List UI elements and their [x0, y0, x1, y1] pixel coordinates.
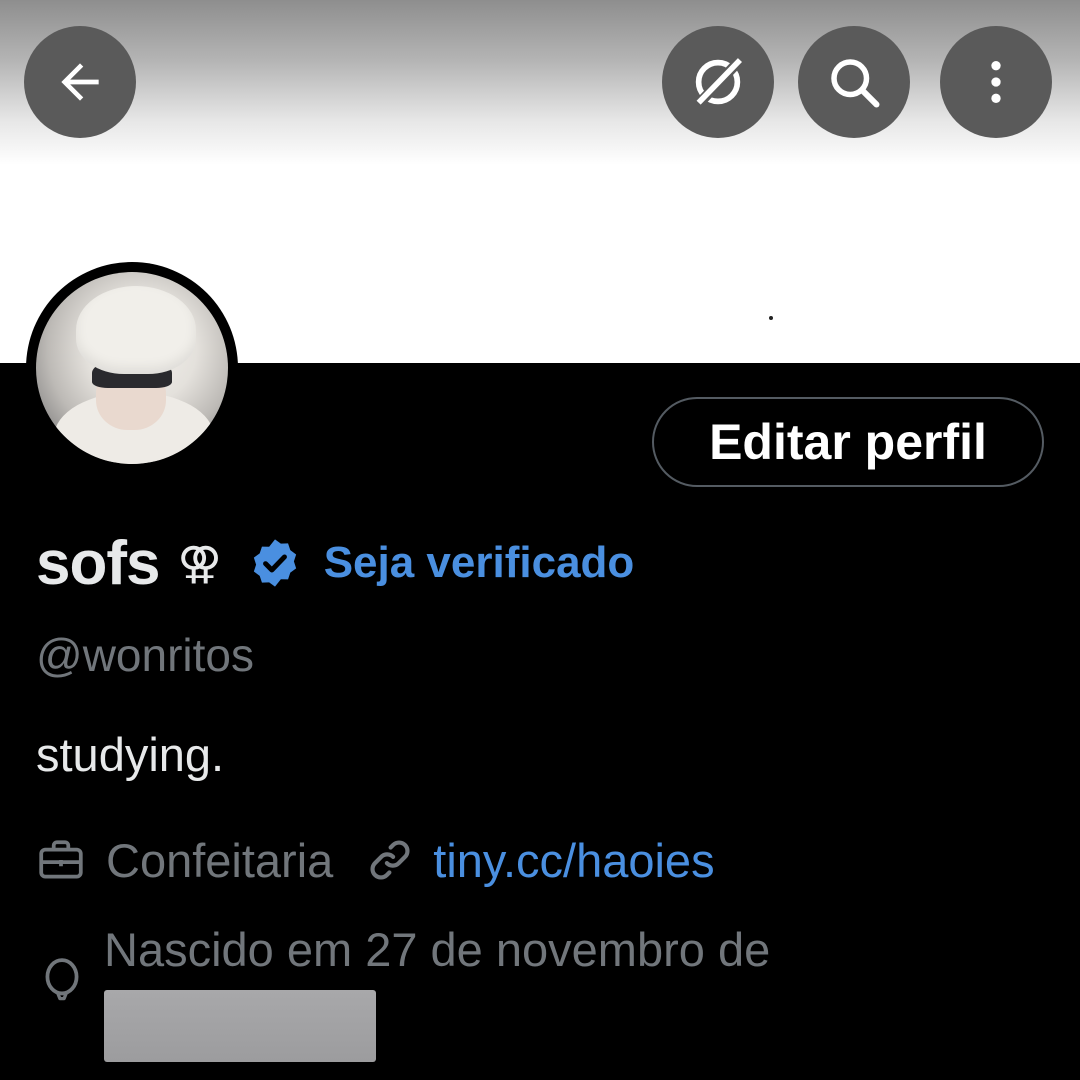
link-icon	[370, 840, 410, 880]
user-bio: studying.	[36, 728, 225, 781]
avatar-photo	[36, 272, 228, 464]
profession-label: Confeitaria	[106, 833, 334, 887]
balloon-icon	[45, 958, 79, 1001]
redacted-birth-year	[104, 990, 376, 1062]
grok-icon	[693, 55, 746, 109]
more-vertical-icon	[991, 61, 1001, 103]
arrow-left-icon	[61, 63, 99, 101]
birth-date-text: Nascido em 27 de novembro de	[104, 923, 771, 976]
profile-avatar[interactable]	[26, 262, 238, 474]
grok-button[interactable]	[662, 26, 774, 138]
back-button[interactable]	[24, 26, 136, 138]
search-icon	[831, 59, 880, 108]
name-emoji: ⚢	[177, 538, 222, 588]
briefcase-icon	[39, 840, 83, 879]
profile-website-link[interactable]: tiny.cc/haoies	[433, 833, 714, 888]
more-options-button[interactable]	[940, 26, 1052, 138]
name-row: sofs ⚢ Seja verificado	[36, 528, 634, 598]
edit-profile-button[interactable]: Editar perfil	[652, 397, 1044, 487]
profile-meta-row: Confeitaria tiny.cc/haoies	[36, 830, 715, 890]
banner-speck	[769, 316, 773, 320]
user-handle: @wonritos	[36, 629, 254, 681]
search-button[interactable]	[798, 26, 910, 138]
verified-badge-icon[interactable]	[248, 536, 302, 590]
display-name: sofs	[36, 528, 160, 598]
avatar-photo-hat	[76, 286, 196, 374]
get-verified-link[interactable]: Seja verificado	[324, 538, 635, 588]
